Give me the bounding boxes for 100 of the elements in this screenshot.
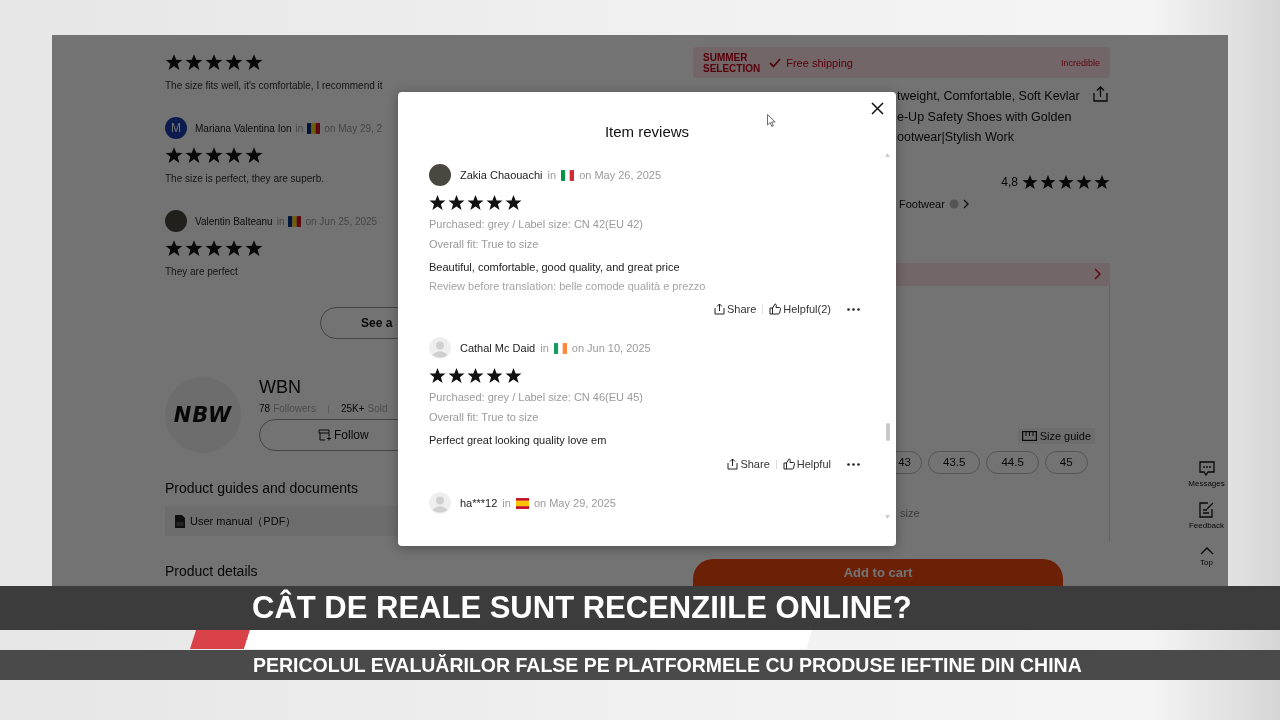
purchase-details: Purchased: grey / Label size: CN 46(EU 45) [429, 390, 644, 405]
widget-label[interactable]: Messages [1188, 479, 1225, 488]
flag-icon [553, 342, 567, 354]
review-date: on May 29, 2025 [533, 497, 616, 509]
star-icon [1022, 173, 1038, 190]
star-icon [467, 366, 484, 384]
star-icon [185, 53, 203, 71]
star-icon [1076, 173, 1092, 190]
star-icon [205, 53, 223, 71]
star-icon [1040, 173, 1056, 190]
avatar-photo-placeholder [165, 210, 187, 232]
review-text: They are perfect [165, 265, 239, 279]
section-title: Product guides and documents [165, 480, 358, 496]
avatar-silhouette-icon [429, 337, 451, 359]
followers-count: 78 [259, 403, 271, 414]
star-icon [448, 193, 465, 211]
avatar-silhouette-icon [429, 492, 451, 514]
sold-count: 25K+ [340, 403, 365, 414]
size-option[interactable]: 43.5 [928, 450, 981, 474]
star-icon [165, 146, 183, 164]
size-option[interactable]: 44.5 [986, 450, 1039, 474]
promo-tag: Incredible [1060, 57, 1100, 68]
pdf-file-icon [175, 514, 185, 528]
star-icon [225, 53, 243, 71]
avatar-photo-placeholder [429, 164, 451, 186]
thumbs-up-icon [782, 458, 795, 470]
fit-details: Overall fit: True to size [429, 237, 540, 252]
thumbs-up-icon [769, 303, 782, 315]
rating-value: 4,8 [1001, 174, 1018, 189]
edit-note-icon[interactable] [1199, 502, 1214, 518]
scrollbar-thumb[interactable] [885, 423, 890, 441]
size-option[interactable]: 45 [1044, 450, 1088, 474]
flag-icon [307, 122, 321, 134]
flag-icon [561, 169, 575, 181]
reviewer-name: Zakia Chaouachi [460, 169, 543, 181]
star-icon [185, 146, 203, 164]
star-icon [245, 239, 263, 257]
reviewer-name: Mariana Valentina Ion [195, 122, 292, 134]
review-date: on May 26, 2025 [579, 169, 662, 181]
reviewer-name: ha***12 [460, 497, 498, 509]
share-icon [713, 303, 725, 315]
store-link[interactable]: Footwear [899, 197, 945, 210]
more-icon[interactable] [847, 307, 860, 311]
product-title: tweight, Comfortable, Soft Kevlar e-Up Safety Shoes with Golden ootwear|Stylish Work [897, 88, 1081, 146]
star-icon [448, 366, 465, 384]
check-icon [769, 57, 782, 68]
helpful-button[interactable]: Helpful [782, 458, 831, 470]
subtitle: PERICOLUL EVALUĂRILOR FALSE PE PLATFORMELE CU PRODUSE IEFTINE DIN CHINA [253, 654, 1082, 676]
share-icon [727, 458, 739, 470]
review-text: Beautiful, comfortable, good quality, and great price [429, 260, 681, 275]
star-icon [165, 239, 183, 257]
store-plus-icon [318, 429, 331, 441]
helpful-button[interactable]: Helpful(2) [769, 303, 831, 315]
more-icon[interactable] [847, 462, 860, 466]
headline: CÂT DE REALE SUNT RECENZIILE ONLINE? [252, 590, 912, 625]
share-button[interactable]: Share [727, 458, 770, 470]
star-icon [245, 53, 263, 71]
star-icon [429, 366, 446, 384]
star-icon [225, 146, 243, 164]
share-icon[interactable] [1093, 86, 1108, 102]
star-icon [505, 366, 522, 384]
reviewer-name: Valentin Balteanu [195, 215, 273, 227]
star-icon [429, 193, 446, 211]
star-icon [165, 53, 183, 71]
close-icon[interactable] [871, 102, 884, 115]
in-label: in [502, 497, 511, 509]
review-date: on Jun 10, 2025 [571, 342, 651, 354]
dialog-title: Item reviews [604, 123, 690, 141]
review-text: The size is perfect, they are superb. [165, 172, 325, 186]
share-button[interactable]: Share [713, 303, 757, 315]
flag-icon [288, 215, 302, 227]
promo-logo: SUMMER SELECTION [703, 51, 761, 74]
store-logo: NBW [165, 377, 241, 453]
star-icon [205, 239, 223, 257]
free-shipping-label: Free shipping [786, 56, 853, 69]
size-guide-link[interactable]: Size guide [1017, 427, 1095, 444]
info-dot-icon [948, 198, 959, 209]
star-icon [1058, 173, 1074, 190]
document-link[interactable]: User manual（PDF） [190, 513, 297, 529]
original-review-text: Review before translation: belle comode qualità e prezzo [429, 279, 707, 294]
avatar-letter: M [165, 117, 187, 139]
star-icon [205, 146, 223, 164]
star-icon [1094, 173, 1110, 190]
star-icon [467, 193, 484, 211]
chevron-up-icon[interactable] [1199, 547, 1214, 555]
chat-bubble-icon[interactable] [1198, 461, 1215, 476]
chevron-right-icon [962, 198, 969, 209]
star-icon [185, 239, 203, 257]
section-title: Product details [165, 563, 258, 579]
add-to-cart-button[interactable]: Add to cart [693, 558, 1063, 587]
purchase-details: Purchased: grey / Label size: CN 42(EU 42) [429, 217, 644, 232]
ruler-icon [1021, 430, 1037, 441]
reviewer-name: Cathal Mc Daid [460, 342, 536, 354]
widget-label[interactable]: Top [1200, 558, 1213, 567]
star-icon [225, 239, 243, 257]
mouse-pointer-icon [767, 114, 776, 127]
flag-icon [515, 497, 529, 509]
widget-label[interactable]: Feedback [1188, 521, 1225, 530]
in-label: in [547, 169, 557, 181]
star-icon [486, 366, 503, 384]
